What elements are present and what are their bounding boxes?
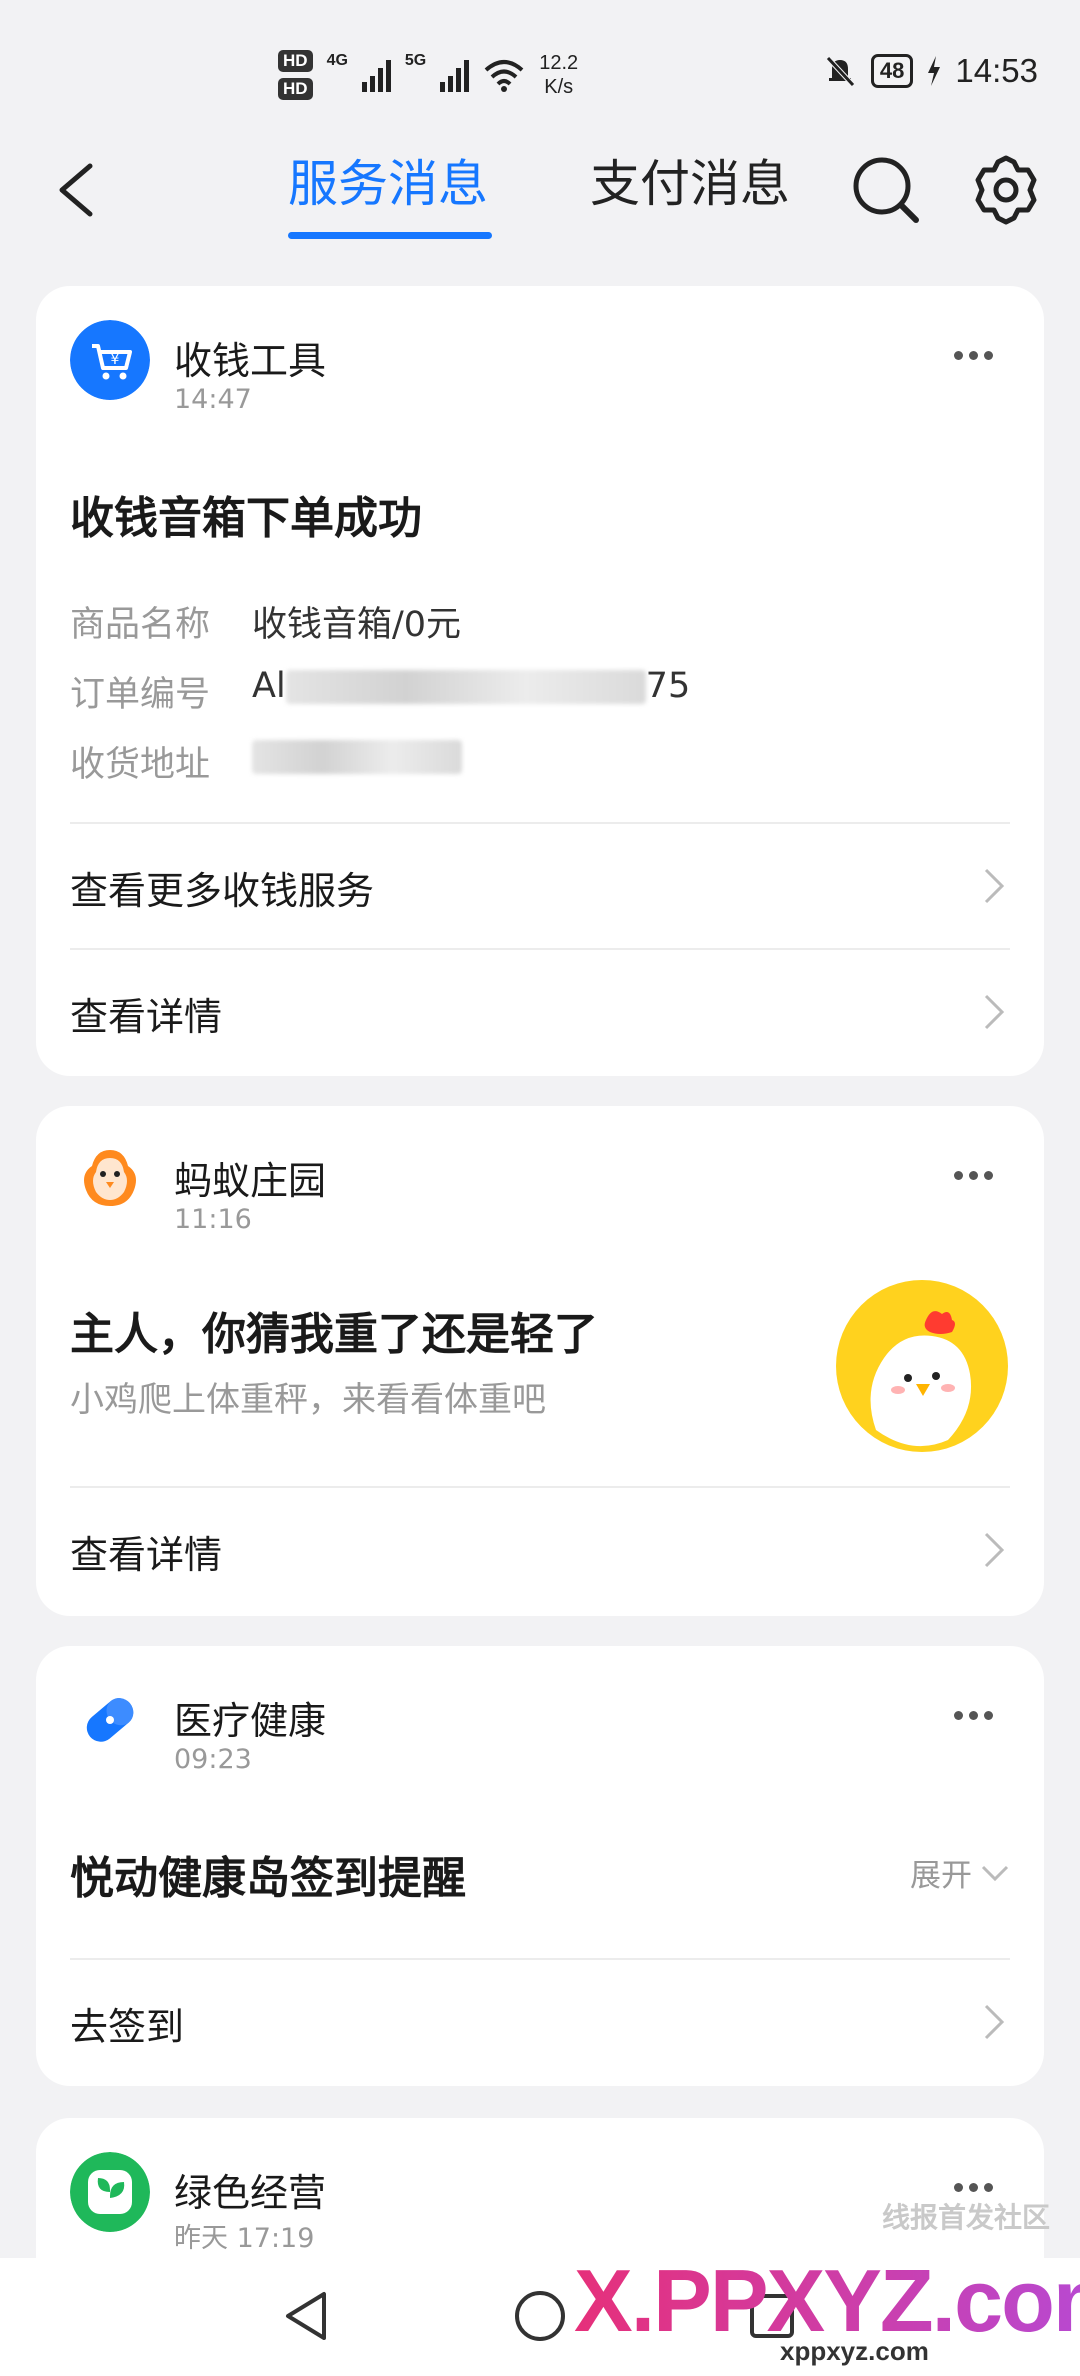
message-card: 蚂蚁庄园 11:16 主人，你猜我重了还是轻了 小鸡爬上体重秤，来看看体重吧 查…	[36, 1106, 1044, 1616]
link-row[interactable]: 查看更多收钱服务	[70, 846, 1010, 926]
field-key: 订单编号	[70, 675, 211, 715]
active-tab-indicator	[288, 232, 492, 239]
order-number-suffix: 75	[645, 666, 691, 706]
hd2-badge: HD	[278, 78, 313, 100]
message-time: 昨天 17:19	[174, 2223, 315, 2254]
more-options-icon[interactable]	[954, 348, 994, 362]
net-speed: 12.2 K/s	[539, 51, 578, 99]
nav-back-icon[interactable]	[278, 2286, 338, 2346]
field-value: Al 75	[252, 666, 690, 717]
back-icon[interactable]	[50, 150, 110, 230]
search-icon[interactable]	[848, 152, 924, 228]
expand-label: 展开	[910, 1858, 972, 1894]
link-row[interactable]: 查看详情	[70, 972, 1010, 1052]
speed-value: 12.2	[539, 52, 579, 74]
divider	[70, 948, 1010, 950]
tab-service-messages[interactable]: 服务消息	[288, 144, 488, 216]
app-name: 收钱工具	[174, 339, 327, 383]
message-card: 医疗健康 09:23 悦动健康岛签到提醒 展开 去签到	[36, 1646, 1044, 2086]
field-row: 收货地址	[70, 736, 462, 787]
clock: 14:53	[955, 52, 1038, 89]
tab-payment-messages[interactable]: 支付消息	[590, 144, 790, 216]
more-options-icon[interactable]	[954, 1168, 994, 1182]
message-time: 14:47	[174, 384, 252, 415]
link-label: 去签到	[70, 2005, 185, 2049]
signal-icon-2	[440, 58, 470, 92]
app-name: 蚂蚁庄园	[174, 1159, 327, 1203]
expand-toggle[interactable]: 展开	[910, 1850, 1010, 1895]
charging-icon	[928, 56, 941, 86]
divider	[70, 1958, 1010, 1960]
field-row: 商品名称 收钱音箱/0元	[70, 596, 461, 647]
more-options-icon[interactable]	[954, 2180, 994, 2194]
net2-label: 5G	[404, 52, 427, 69]
svg-text:¥: ¥	[111, 352, 120, 368]
field-key: 收货地址	[70, 745, 211, 785]
message-time: 09:23	[174, 1744, 252, 1775]
chick-icon	[70, 1140, 150, 1220]
message-title: 悦动健康岛签到提醒	[70, 1853, 466, 1904]
redacted-blur	[285, 670, 646, 704]
nav-home-icon[interactable]	[510, 2286, 570, 2346]
green-leaf-icon	[70, 2152, 150, 2232]
divider	[70, 1486, 1010, 1488]
link-row[interactable]: 查看详情	[70, 1510, 1010, 1590]
status-bar: HD HD 4G 5G 12.2 K/s 48 14:53	[0, 0, 1080, 140]
link-row[interactable]: 去签到	[70, 1982, 1010, 2062]
health-heart-icon	[70, 1680, 150, 1760]
watermark-community: 线报首发社区	[882, 2202, 1051, 2233]
more-options-icon[interactable]	[954, 1708, 994, 1722]
hd-indicator: HD HD	[278, 50, 313, 100]
chevron-down-icon	[981, 1865, 1009, 1881]
status-left: HD HD 4G 5G 12.2 K/s	[278, 40, 578, 110]
message-card: ¥ 收钱工具 14:47 收钱音箱下单成功 商品名称 收钱音箱/0元 订单编号 …	[36, 286, 1044, 1076]
message-title: 收钱音箱下单成功	[70, 493, 422, 544]
message-subtitle: 小鸡爬上体重秤，来看看体重吧	[70, 1380, 546, 1420]
link-label: 查看更多收钱服务	[70, 869, 375, 913]
chevron-right-icon	[984, 994, 1005, 1030]
message-title: 主人，你猜我重了还是轻了	[70, 1309, 598, 1360]
app-name: 绿色经营	[174, 2171, 327, 2215]
link-label: 查看详情	[70, 1533, 223, 1577]
status-right: 48 14:53	[823, 52, 1038, 90]
field-row: 订单编号 Al 75	[70, 666, 690, 717]
mute-bell-icon	[826, 56, 855, 87]
battery-indicator: 48	[870, 54, 914, 88]
speed-unit: K/s	[544, 76, 574, 98]
redacted-blur	[252, 740, 462, 774]
field-key: 商品名称	[70, 605, 211, 645]
message-time: 11:16	[174, 1204, 252, 1235]
app-name: 医疗健康	[174, 1699, 327, 1743]
order-number-prefix: Al	[252, 666, 286, 706]
chevron-right-icon	[984, 868, 1005, 904]
cash-register-icon: ¥	[70, 320, 150, 400]
top-nav: 服务消息 支付消息	[0, 140, 1080, 240]
divider	[70, 822, 1010, 824]
wifi-icon	[484, 60, 524, 92]
chick-illustration	[836, 1280, 1008, 1452]
chevron-right-icon	[984, 1532, 1005, 1568]
watermark-url: xppxyz.com	[780, 2336, 929, 2366]
gear-icon[interactable]	[968, 152, 1044, 228]
field-value: 收钱音箱/0元	[252, 605, 462, 645]
link-label: 查看详情	[70, 995, 223, 1039]
field-value	[252, 736, 462, 787]
signal-icon	[361, 58, 391, 92]
net1-label: 4G	[326, 52, 348, 69]
hd1-badge: HD	[278, 50, 313, 72]
chevron-right-icon	[984, 2004, 1005, 2040]
